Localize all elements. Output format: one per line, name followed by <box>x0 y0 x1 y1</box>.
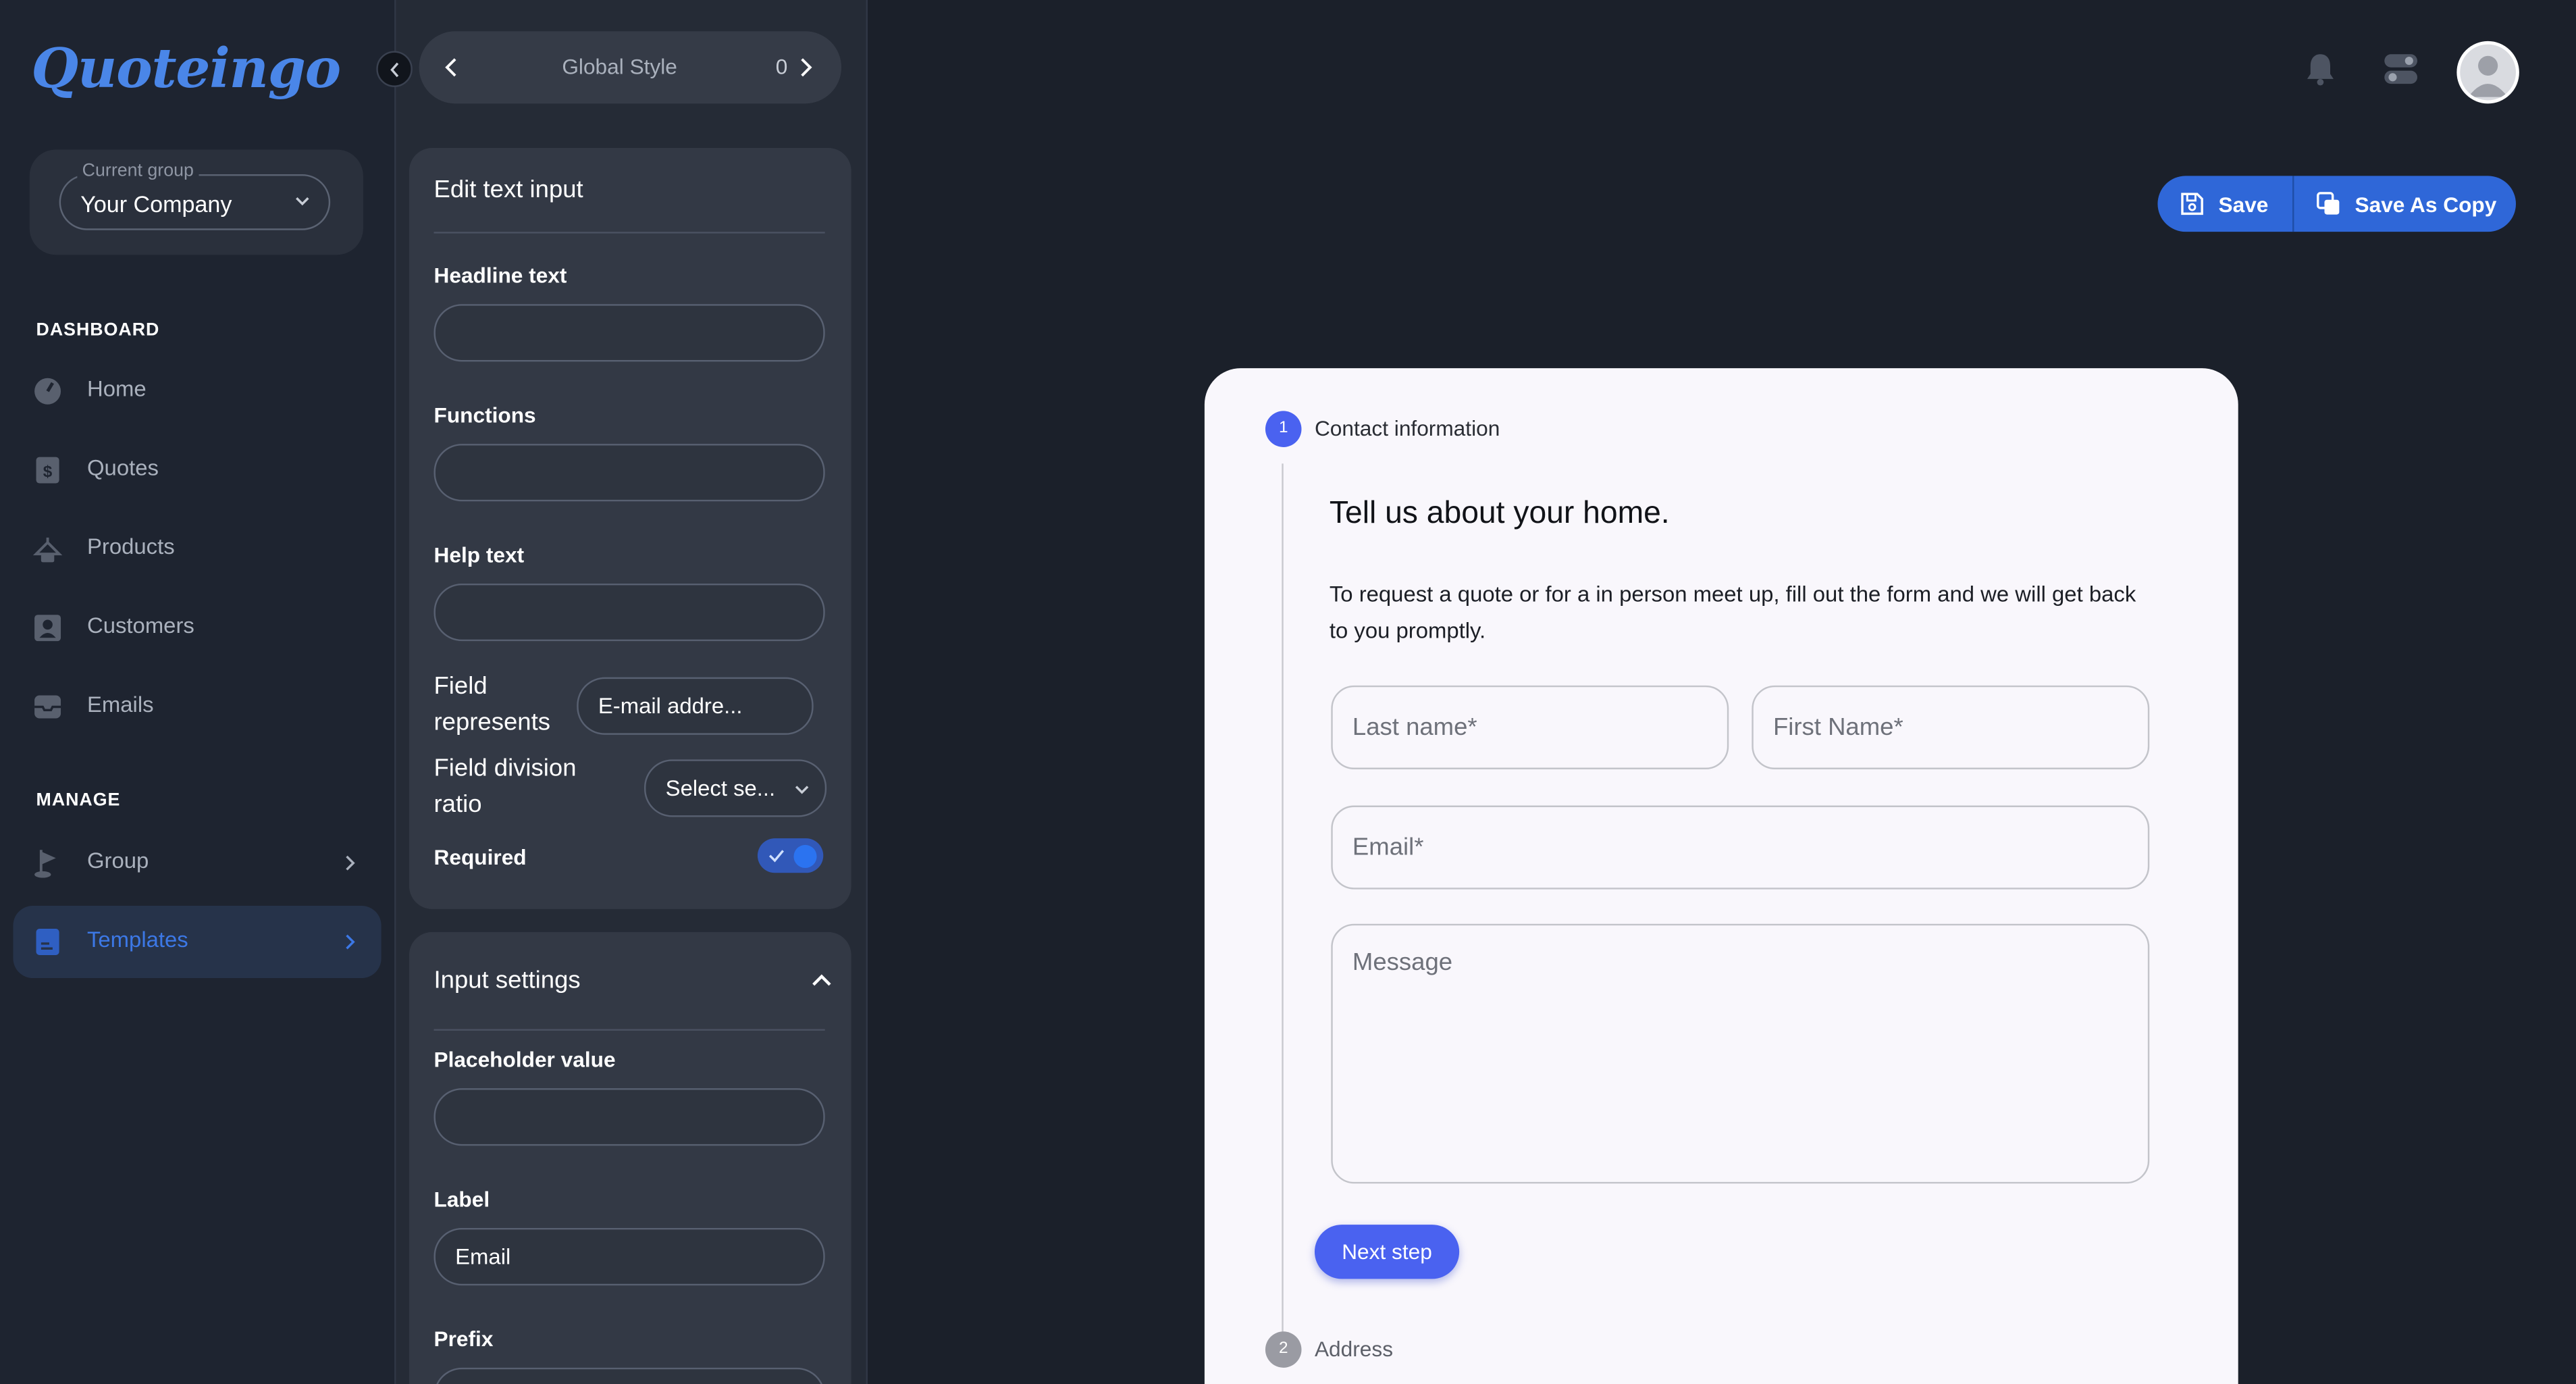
svg-text:$: $ <box>43 463 53 481</box>
user-avatar[interactable] <box>2456 41 2519 104</box>
prefix-label: Prefix <box>433 1326 494 1352</box>
help-text-label: Help text <box>433 542 525 567</box>
sidebar-item-emails[interactable]: Emails <box>13 671 381 743</box>
toggle-knob <box>793 844 817 867</box>
placeholder-value-label: Placeholder value <box>433 1047 616 1072</box>
panel-title: Input settings <box>433 967 581 995</box>
email-input[interactable] <box>1331 805 2150 890</box>
chevron-right-icon <box>346 934 355 950</box>
panel-divider <box>433 232 825 234</box>
group-select-legend: Current group <box>77 161 199 181</box>
field-division-ratio-value: Select se... <box>665 775 776 801</box>
step-1-badge: 1 <box>1265 411 1302 447</box>
copy-icon <box>2317 192 2340 215</box>
group-select-value: Your Company <box>80 190 232 217</box>
form-preview-card: 1 Contact information Tell us about your… <box>1204 368 2238 1384</box>
last-name-input[interactable] <box>1331 685 1729 769</box>
group-select[interactable]: Current group Your Company <box>59 161 331 230</box>
sidebar-item-products[interactable]: Products <box>13 513 381 585</box>
required-toggle[interactable] <box>757 838 824 873</box>
floppy-disk-icon <box>2181 193 2203 215</box>
sidebar-item-templates[interactable]: Templates <box>13 905 382 979</box>
form-title: Tell us about your home. <box>1329 496 1670 532</box>
style-nav-title: Global Style <box>562 54 677 79</box>
label-label: Label <box>433 1187 490 1212</box>
style-editor-panel: Global Style 0 Edit text input Headline … <box>396 0 868 1384</box>
user-silhouette-icon <box>2468 55 2508 97</box>
collapse-sidebar-button[interactable] <box>376 51 413 87</box>
save-button-label: Save <box>2218 192 2269 217</box>
style-navigator: Global Style 0 <box>419 31 842 104</box>
form-description: To request a quote or for a in person me… <box>1329 582 2136 643</box>
field-represents-label: Field represents <box>433 672 550 737</box>
step-rail <box>1282 463 1284 1335</box>
sidebar-item-customers[interactable]: Customers <box>13 592 381 664</box>
input-settings-panel: Input settings Placeholder value Label P… <box>409 931 851 1384</box>
save-as-copy-label: Save As Copy <box>2355 192 2497 217</box>
check-icon <box>768 850 784 863</box>
chevron-up-icon[interactable] <box>810 971 833 988</box>
section-manage: MANAGE <box>36 790 121 811</box>
chevron-left-icon[interactable] <box>442 56 462 79</box>
style-nav-count: 0 <box>775 54 788 79</box>
save-as-copy-button[interactable]: Save As Copy <box>2292 176 2516 232</box>
headline-text-input[interactable] <box>433 304 825 362</box>
sidebar-item-group[interactable]: Group <box>13 827 381 899</box>
step-2-badge: 2 <box>1265 1331 1302 1368</box>
first-name-input[interactable] <box>1752 685 2150 769</box>
sidebar-item-home[interactable]: Home <box>13 355 381 428</box>
person-card-icon <box>34 615 61 642</box>
sidebar-item-label: Customers <box>86 613 194 638</box>
label-input[interactable] <box>433 1227 825 1286</box>
help-text-input[interactable] <box>433 583 825 642</box>
sidebar-item-label: Group <box>86 848 149 873</box>
field-represents-value: E-mail addre... <box>598 694 743 719</box>
field-represents-select[interactable]: E-mail addre... <box>577 677 814 735</box>
group-switcher-card: Current group Your Company <box>29 149 363 255</box>
edit-text-input-panel: Edit text input Headline text Functions … <box>409 148 851 909</box>
headline-text-label: Headline text <box>433 263 567 288</box>
required-label: Required <box>433 844 527 870</box>
sidebar-item-label: Quotes <box>86 455 159 480</box>
field-division-ratio-label: Field division ratio <box>433 754 577 819</box>
app-logo[interactable]: Quoteingo <box>31 36 341 101</box>
chevron-down-icon <box>795 786 809 794</box>
field-division-ratio-select[interactable]: Select se... <box>644 759 827 817</box>
functions-label: Functions <box>433 403 536 428</box>
chevron-left-icon <box>390 62 399 78</box>
bell-icon[interactable] <box>2303 51 2339 87</box>
sidebar-item-quotes[interactable]: $ Quotes <box>13 434 381 506</box>
section-dashboard: DASHBOARD <box>36 320 160 340</box>
prefix-input[interactable] <box>433 1367 825 1384</box>
step-2-label[interactable]: Address <box>1315 1337 1393 1362</box>
dollar-document-icon: $ <box>36 457 59 484</box>
chevron-right-icon[interactable] <box>795 56 815 79</box>
sidebar-item-label: Emails <box>86 692 154 717</box>
inbox-icon <box>34 695 61 719</box>
toggle-settings-icon[interactable] <box>2383 51 2419 87</box>
chevron-down-icon <box>296 197 309 206</box>
chevron-right-icon <box>346 855 355 871</box>
placeholder-value-input[interactable] <box>433 1088 825 1146</box>
next-step-button[interactable]: Next step <box>1314 1225 1460 1279</box>
save-button-group: Save Save As Copy <box>2157 176 2516 232</box>
step-1-label[interactable]: Contact information <box>1315 416 1500 441</box>
save-button[interactable]: Save <box>2157 176 2292 232</box>
panel-title: Edit text input <box>433 176 583 204</box>
sidebar: Quoteingo Current group Your Company DAS… <box>0 0 396 1384</box>
functions-input[interactable] <box>433 444 825 502</box>
message-textarea[interactable] <box>1331 923 2150 1184</box>
hanger-icon <box>32 537 63 563</box>
sidebar-item-label: Home <box>86 376 147 401</box>
gauge-icon <box>34 378 61 405</box>
sidebar-item-label: Templates <box>86 927 188 952</box>
sidebar-item-label: Products <box>86 534 175 559</box>
panel-divider <box>433 1029 825 1031</box>
flag-icon <box>34 850 56 878</box>
template-document-icon <box>36 929 59 955</box>
